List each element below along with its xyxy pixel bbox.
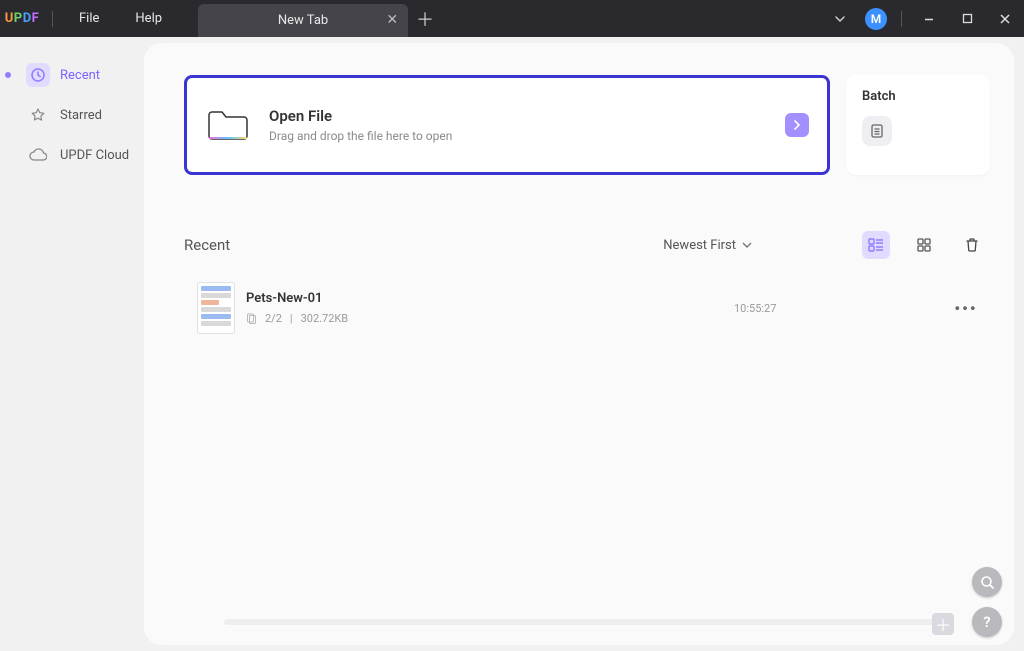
file-time: 10:55:27 — [734, 302, 934, 315]
file-size: 302.72KB — [301, 312, 349, 325]
window-maximize-button[interactable] — [948, 0, 986, 37]
search-icon — [980, 575, 995, 590]
sidebar: Recent Starred UPDF Cloud — [16, 37, 144, 651]
sidebar-item-recent[interactable]: Recent — [22, 59, 138, 91]
file-name: Pets-New-01 — [246, 291, 722, 306]
more-icon[interactable]: ••• — [946, 299, 986, 318]
content-area: Open File Drag and drop the file here to… — [144, 43, 1014, 645]
sidebar-item-label: UPDF Cloud — [60, 148, 129, 163]
open-file-card[interactable]: Open File Drag and drop the file here to… — [184, 75, 830, 175]
sort-dropdown[interactable]: Newest First — [663, 238, 752, 253]
tab-new[interactable]: New Tab ✕ — [198, 4, 408, 37]
sidebar-indicator — [0, 37, 16, 651]
divider — [901, 11, 902, 27]
window-minimize-button[interactable] — [910, 0, 948, 37]
sidebar-item-starred[interactable]: Starred — [22, 99, 138, 131]
clock-icon — [26, 63, 50, 87]
close-icon[interactable]: ✕ — [386, 12, 398, 28]
document-icon — [869, 123, 885, 139]
avatar[interactable]: M — [865, 8, 887, 30]
chevron-down-icon — [742, 241, 752, 249]
file-pages: 2/2 — [265, 312, 282, 325]
app-logo: UPDF — [0, 11, 44, 26]
pages-icon — [246, 313, 257, 324]
help-fab[interactable]: ? — [972, 607, 1002, 637]
title-bar: UPDF File Help New Tab ✕ ＋ M — [0, 0, 1024, 37]
menu-help[interactable]: Help — [117, 11, 180, 26]
section-title-recent: Recent — [184, 236, 663, 254]
batch-button[interactable] — [862, 116, 892, 146]
sort-label: Newest First — [663, 238, 736, 253]
chevron-down-icon[interactable] — [821, 0, 859, 37]
tab-label: New Tab — [278, 13, 328, 28]
star-icon — [26, 103, 50, 127]
open-file-subtitle: Drag and drop the file here to open — [269, 129, 767, 143]
open-file-title: Open File — [269, 107, 767, 125]
tab-add-button[interactable]: ＋ — [408, 6, 442, 32]
window-close-button[interactable] — [986, 0, 1024, 37]
delete-button[interactable] — [958, 231, 986, 259]
meta-divider: | — [290, 312, 293, 325]
file-thumbnail — [198, 283, 234, 333]
batch-card: Batch — [846, 75, 990, 175]
folder-icon — [205, 105, 251, 145]
sidebar-item-label: Starred — [60, 108, 102, 123]
file-row[interactable]: Pets-New-01 2/2 | 302.72KB 10:55:27 ••• — [184, 277, 990, 339]
divider — [52, 11, 53, 27]
horizontal-scrollbar[interactable] — [224, 619, 934, 625]
sidebar-item-label: Recent — [60, 68, 100, 83]
question-icon: ? — [983, 613, 990, 631]
batch-title: Batch — [862, 89, 974, 104]
trash-icon — [965, 237, 979, 253]
search-fab[interactable] — [972, 567, 1002, 597]
chevron-right-icon[interactable] — [785, 113, 809, 137]
menu-file[interactable]: File — [61, 11, 117, 26]
sidebar-item-cloud[interactable]: UPDF Cloud — [22, 139, 138, 171]
view-list-button[interactable] — [862, 231, 890, 259]
view-grid-button[interactable] — [910, 231, 938, 259]
cloud-icon — [26, 143, 50, 167]
add-icon[interactable]: ＋ — [932, 613, 954, 635]
